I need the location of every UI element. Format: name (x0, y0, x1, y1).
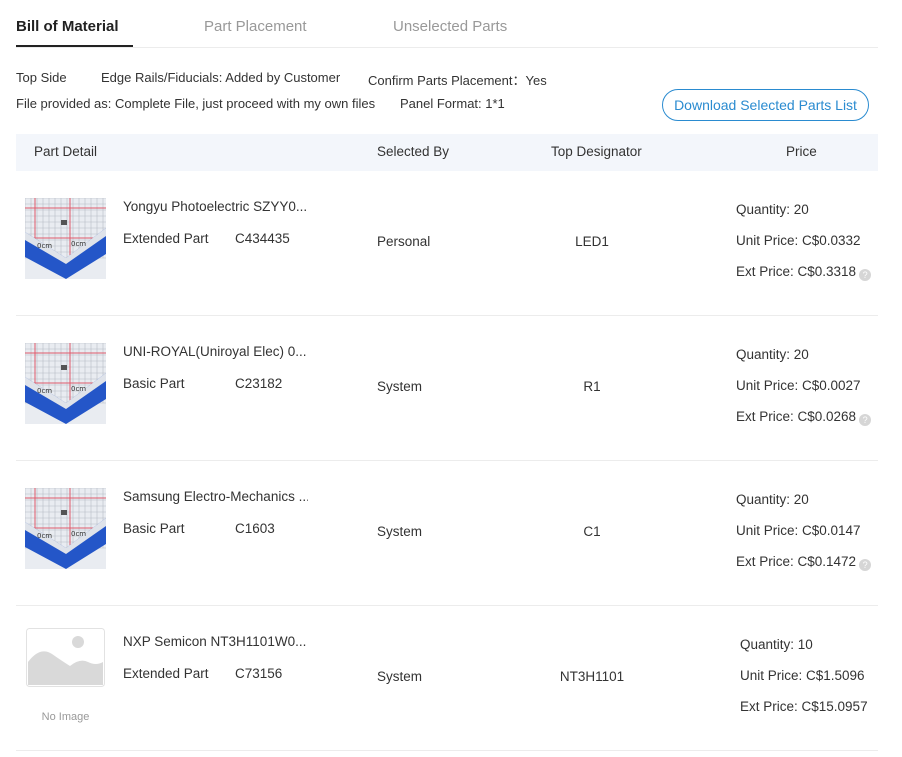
help-icon[interactable]: ? (859, 559, 872, 571)
selected-by: System (377, 524, 423, 539)
file-provided-info: File provided as: Complete File, just pr… (16, 96, 376, 111)
part-image[interactable]: 0cm 0cm (25, 488, 106, 569)
part-image[interactable]: 0cm 0cm (25, 343, 106, 424)
header-selected-by: Selected By (377, 144, 450, 159)
part-type: Extended Part (123, 666, 209, 681)
part-code: C1603 (235, 521, 275, 536)
active-tab-indicator (16, 45, 133, 47)
panel-format-info: Panel Format: 1*1 (400, 96, 505, 111)
part-code: C73156 (235, 666, 283, 681)
tab-bill-of-material[interactable]: Bill of Material (16, 18, 119, 35)
unit-price: Unit Price: C$0.0147 (736, 523, 861, 538)
part-name[interactable]: Yongyu Photoelectric SZYY0... (123, 199, 308, 214)
tab-unselected-parts[interactable]: Unselected Parts (393, 18, 507, 35)
ext-price-line: Ext Price: C$0.3318? (736, 264, 872, 281)
ext-price: Ext Price: C$15.0957 (740, 699, 868, 714)
svg-text:0cm: 0cm (71, 530, 86, 538)
header-top-designator: Top Designator (551, 144, 642, 159)
top-designator: LED1 (575, 234, 609, 249)
unit-price: Unit Price: C$0.0027 (736, 378, 861, 393)
ext-price-line: Ext Price: C$15.0957 (740, 699, 868, 714)
part-type: Basic Part (123, 376, 185, 391)
quantity: Quantity: 20 (736, 347, 809, 362)
confirm-placement-info: Confirm Parts Placement：Yes (368, 73, 547, 88)
ext-price: Ext Price: C$0.1472 (736, 554, 857, 569)
top-designator: NT3H1101 (559, 669, 625, 684)
part-code: C434435 (235, 231, 290, 246)
tab-bar: Bill of Material Part Placement Unselect… (16, 0, 878, 48)
svg-text:0cm: 0cm (37, 532, 52, 540)
part-name[interactable]: UNI-ROYAL(Uniroyal Elec) 0... (123, 344, 308, 359)
quantity: Quantity: 20 (736, 202, 809, 217)
ext-price: Ext Price: C$0.3318 (736, 264, 857, 279)
part-name[interactable]: NXP Semicon NT3H1101W0... (123, 634, 308, 649)
unit-price: Unit Price: C$1.5096 (740, 668, 865, 683)
table-row: No Image NXP Semicon NT3H1101W0... Exten… (16, 606, 878, 751)
edge-rails-info: Edge Rails/Fiducials: Added by Customer (101, 70, 341, 85)
side-info: Top Side (16, 70, 67, 85)
part-code: C23182 (235, 376, 283, 391)
quantity: Quantity: 20 (736, 492, 809, 507)
header-price: Price (786, 144, 817, 159)
selected-by: System (377, 379, 423, 394)
ext-price-line: Ext Price: C$0.1472? (736, 554, 872, 571)
selected-by: System (377, 669, 423, 684)
svg-text:0cm: 0cm (37, 387, 52, 395)
image-placeholder-icon (26, 628, 105, 690)
top-designator: R1 (583, 379, 601, 394)
no-image-placeholder: No Image (25, 628, 106, 728)
ext-price-line: Ext Price: C$0.0268? (736, 409, 872, 426)
top-designator: C1 (583, 524, 601, 539)
help-icon[interactable]: ? (859, 414, 872, 426)
unit-price: Unit Price: C$0.0332 (736, 233, 861, 248)
ext-price: Ext Price: C$0.0268 (736, 409, 857, 424)
selected-by: Personal (377, 234, 431, 249)
part-image[interactable]: 0cm 0cm (25, 198, 106, 279)
part-type: Basic Part (123, 521, 185, 536)
header-part-detail: Part Detail (34, 144, 98, 159)
svg-text:0cm: 0cm (37, 242, 52, 250)
download-selected-parts-button[interactable]: Download Selected Parts List (662, 89, 869, 121)
no-image-label: No Image (41, 711, 90, 723)
table-row: 0cm 0cm Samsung Electro-Mechanics ... Ba… (16, 461, 878, 606)
part-type: Extended Part (123, 231, 209, 246)
help-icon[interactable]: ? (859, 269, 872, 281)
table-row: 0cm 0cm Yongyu Photoelectric SZYY0... Ex… (16, 171, 878, 316)
quantity: Quantity: 10 (740, 637, 813, 652)
tab-part-placement[interactable]: Part Placement (204, 18, 307, 35)
table-header: Part Detail Selected By Top Designator P… (16, 134, 878, 171)
svg-text:0cm: 0cm (71, 240, 86, 248)
part-name[interactable]: Samsung Electro-Mechanics ... (123, 489, 308, 504)
svg-text:0cm: 0cm (71, 385, 86, 393)
table-row: 0cm 0cm UNI-ROYAL(Uniroyal Elec) 0... Ba… (16, 316, 878, 461)
